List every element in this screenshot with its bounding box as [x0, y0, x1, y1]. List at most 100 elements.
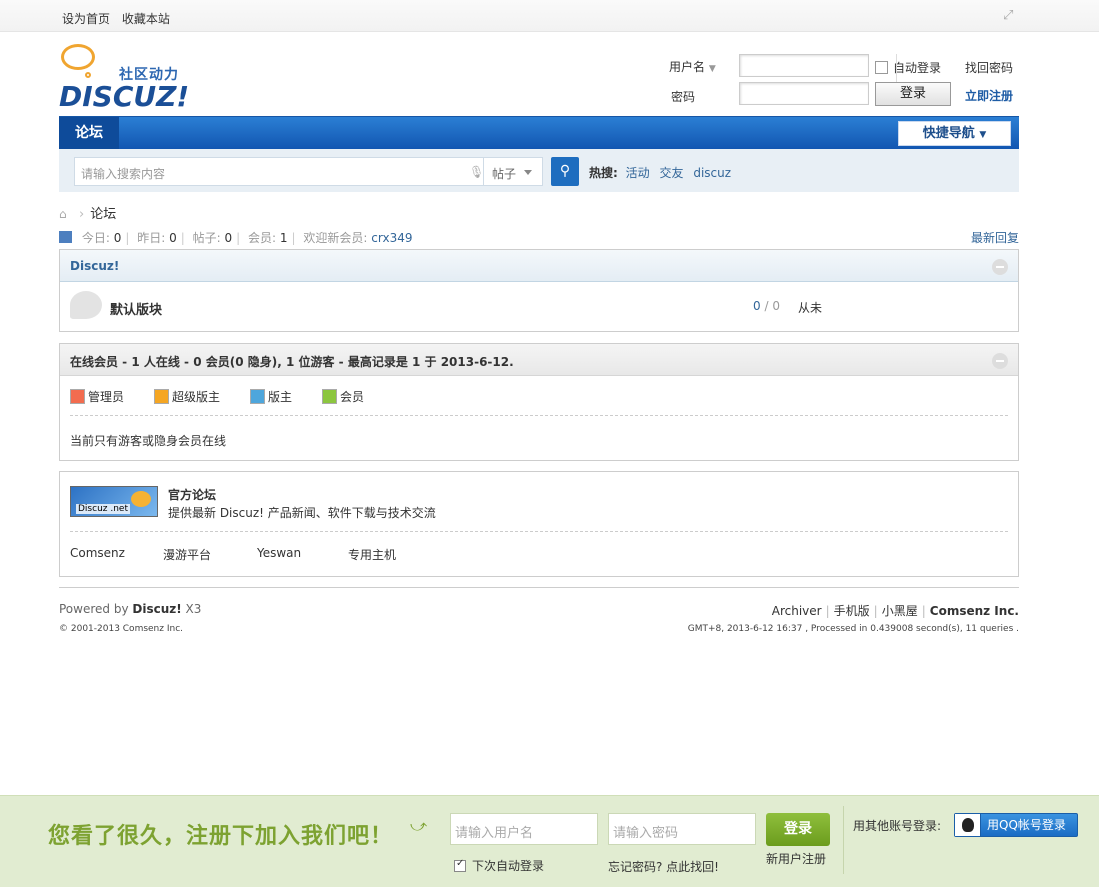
bookmark-link[interactable]: 收藏本站 [122, 12, 170, 26]
link-item[interactable]: Comsenz [70, 546, 125, 560]
forgot-password-link[interactable]: 忘记密码? 点此找回! [608, 858, 719, 875]
featured-link-desc: 提供最新 Discuz! 产品新闻、软件下载与技术交流 [168, 506, 436, 520]
category-title[interactable]: Discuz! [70, 259, 119, 273]
latest-replies-link[interactable]: 最新回复 [971, 229, 1019, 246]
yesterday-count: 0 [169, 231, 177, 245]
archiver-link[interactable]: Archiver [772, 604, 822, 618]
bottom-login-bar: 您看了很久，注册下加入我们吧！ ⤻ 请输入用户名 请输入密码 登录 下次自动登录… [0, 795, 1099, 887]
search-placeholder: 请输入搜索内容 [81, 167, 166, 181]
forum-bubble-icon [70, 291, 102, 319]
find-password-link[interactable]: 找回密码 [965, 59, 1013, 76]
forum-stats: 今日: 0 | 昨日: 0 | 帖子: 0 | 会员: 1 | 欢迎新会员: crx34… [59, 229, 1019, 246]
link-item[interactable]: 漫游平台 [163, 546, 211, 563]
forum-row: 默认版块 0 / 0 从未 [60, 282, 1018, 331]
bottom-password-input[interactable]: 请输入密码 [608, 813, 756, 845]
login-button[interactable]: 登录 [875, 82, 951, 106]
members-count: 1 [279, 231, 288, 245]
checkbox-checked-icon[interactable] [454, 858, 466, 872]
bottom-username-input[interactable]: 请输入用户名 [450, 813, 598, 845]
yesterday-label: 昨日: [137, 231, 166, 245]
chevron-down-icon [524, 170, 532, 175]
online-members: 在线会员 - 1 人在线 - 0 会员(0 隐身), 1 位游客 - 最高记录是… [59, 343, 1019, 461]
microphone-icon[interactable]: 🎙 [469, 165, 484, 179]
forum-category: Discuz! 默认版块 0 / 0 从未 [59, 249, 1019, 332]
role-super-mod: 超级版主 [154, 388, 220, 405]
hot-search-label: 热搜: [589, 166, 618, 180]
header-login-form: 用户名 ▼ 自动登录 找回密码 密码 登录 立即注册 [669, 54, 1019, 108]
bottom-login-button[interactable]: 登录 [766, 813, 830, 846]
search-bar: 请输入搜索内容 🎙 帖子 ⚲ 热搜: 活动 交友 discuz [59, 149, 1019, 192]
moderator-icon [250, 389, 265, 404]
featured-link: Discuz .net 官方论坛 提供最新 Discuz! 产品新闻、软件下载与… [70, 472, 1008, 532]
top-bar: 设为首页 收藏本站 ⤢ [0, 0, 1099, 32]
logo-brand: DISCUZ! [59, 80, 190, 113]
stats-chart-icon [59, 231, 72, 243]
bottom-divider [843, 806, 844, 874]
auto-login-label: 自动登录 [893, 61, 942, 75]
new-user-register-link[interactable]: 新用户注册 [766, 850, 826, 867]
register-link[interactable]: 立即注册 [965, 87, 1013, 104]
password-input[interactable] [739, 82, 869, 105]
posts-count: 0 [224, 231, 233, 245]
tab-forum[interactable]: 论坛 [59, 117, 119, 150]
username-label[interactable]: 用户名 ▼ [669, 58, 716, 75]
role-mod: 版主 [250, 388, 292, 405]
other-login-label: 用其他账号登录: [853, 819, 942, 833]
footer-links: Archiver | 手机版 | 小黑屋 | Comsenz Inc. [771, 604, 1019, 618]
username-input[interactable] [739, 54, 869, 77]
discuz-link[interactable]: Discuz! [132, 602, 181, 616]
forum-name[interactable]: 默认版块 [110, 299, 162, 318]
expand-icon[interactable]: ⤢ [1003, 9, 1017, 23]
search-icon: ⚲ [559, 163, 571, 179]
search-type-value: 帖子 [492, 167, 517, 181]
forum-counts: 0 / 0 [753, 299, 780, 313]
super-moderator-icon [154, 389, 169, 404]
site-logo[interactable]: 社区动力 DISCUZ! [59, 42, 199, 113]
link-item[interactable]: 专用主机 [348, 546, 396, 563]
arrow-icon: ⤻ [410, 816, 428, 835]
search-type-select[interactable]: 帖子 [483, 157, 543, 186]
footer-timing: GMT+8, 2013-6-12 16:37 , Processed in 0.… [687, 624, 1019, 634]
blacklist-link[interactable]: 小黑屋 [882, 604, 918, 618]
collapse-icon[interactable] [992, 259, 1008, 275]
join-slogan: 您看了很久，注册下加入我们吧！ [48, 824, 394, 849]
new-member-link[interactable]: crx349 [371, 231, 412, 245]
breadcrumb-current[interactable]: 论坛 [90, 207, 116, 222]
hot-search-term[interactable]: 活动 [626, 166, 650, 180]
friend-links: Discuz .net 官方论坛 提供最新 Discuz! 产品新闻、软件下载与… [59, 471, 1019, 577]
featured-link-title[interactable]: 官方论坛 [168, 486, 216, 503]
member-icon [322, 389, 337, 404]
today-count: 0 [113, 231, 122, 245]
search-input[interactable]: 请输入搜索内容 🎙 [74, 157, 484, 186]
home-icon[interactable]: ⌂ [59, 207, 73, 221]
bottom-auto-login[interactable]: 下次自动登录 [454, 857, 544, 874]
link-item[interactable]: Yeswan [257, 546, 301, 560]
qq-penguin-icon [955, 814, 981, 836]
company-link[interactable]: Comsenz Inc. [930, 604, 1019, 618]
role-admin: 管理员 [70, 388, 124, 405]
discuz-net-logo[interactable]: Discuz .net [70, 486, 158, 517]
powered-by: Powered by Discuz! X3 [59, 602, 202, 616]
quick-nav-button[interactable]: 快捷导航 ▼ [898, 121, 1011, 146]
today-label: 今日: [81, 231, 110, 245]
hot-search-term[interactable]: 交友 [659, 166, 683, 180]
logo-bubble-icon [61, 44, 95, 70]
breadcrumb-separator: › [79, 207, 85, 222]
search-button[interactable]: ⚲ [551, 157, 579, 186]
role-member: 会员 [322, 388, 364, 405]
auto-login-checkbox[interactable] [875, 61, 888, 74]
role-legend: 管理员 超级版主 版主 会员 [70, 376, 1008, 416]
password-label: 密码 [671, 90, 696, 104]
mobile-link[interactable]: 手机版 [834, 604, 870, 618]
set-homepage-link[interactable]: 设为首页 [62, 12, 110, 26]
collapse-icon[interactable] [992, 353, 1008, 369]
hot-search-term[interactable]: discuz [693, 166, 731, 180]
welcome-label: 欢迎新会员: [303, 231, 368, 245]
forum-last-post: 从未 [798, 301, 823, 315]
qq-login-button[interactable]: 用QQ帐号登录 [954, 813, 1078, 837]
main-nav: 论坛 快捷导航 ▼ [59, 116, 1019, 150]
copyright: © 2001-2013 Comsenz Inc. [59, 624, 184, 634]
top-links: 设为首页 收藏本站 [62, 10, 178, 27]
category-header: Discuz! [60, 250, 1018, 282]
posts-label: 帖子: [192, 231, 221, 245]
